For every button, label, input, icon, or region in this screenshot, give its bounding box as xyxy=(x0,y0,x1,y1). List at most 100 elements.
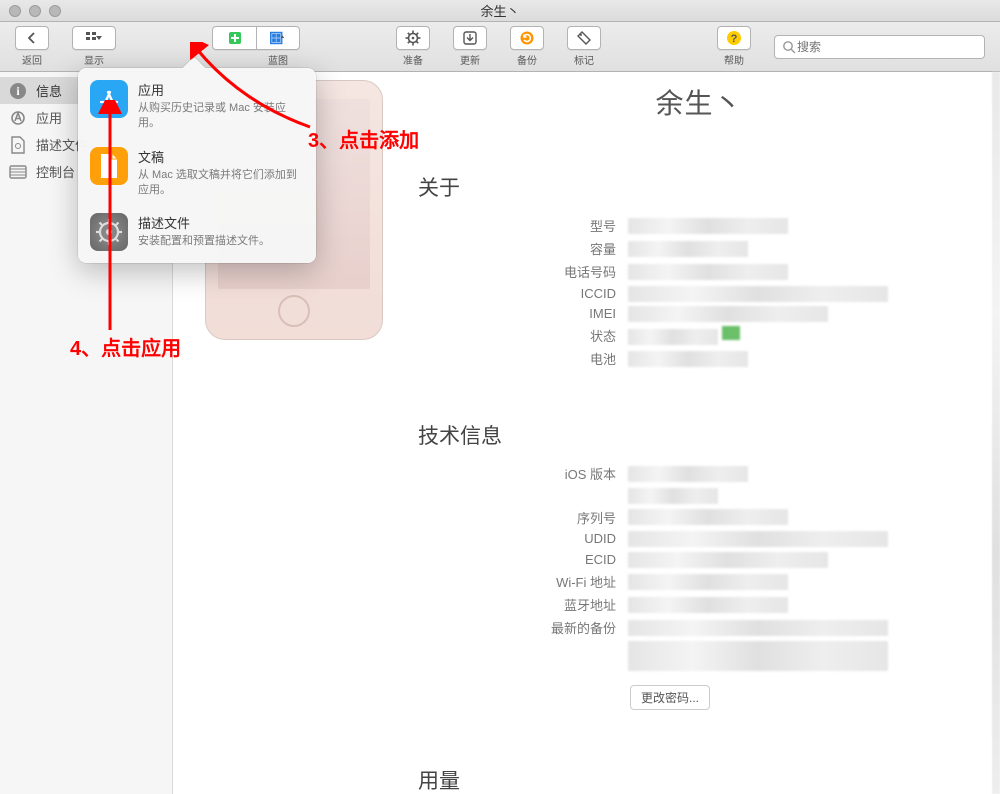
value-wifi xyxy=(628,570,898,593)
row-ios: iOS 版本 xyxy=(418,462,898,485)
row-spacer xyxy=(418,485,898,506)
blueprint-icon xyxy=(270,30,286,46)
add-button[interactable] xyxy=(212,26,256,50)
tool-help-group: ? 帮助 xyxy=(717,26,751,67)
value-ios xyxy=(628,462,898,485)
popover-docs-desc: 从 Mac 选取文稿并将它们添加到应用。 xyxy=(138,168,304,198)
popover-profile-title: 描述文件 xyxy=(138,213,270,232)
sidebar-item-label: 应用 xyxy=(36,108,62,127)
row-battery: 电池 xyxy=(418,347,898,370)
value-bt xyxy=(628,593,898,616)
plus-icon xyxy=(227,30,243,46)
titlebar: 余生丶 xyxy=(0,0,1000,22)
row-ecid: ECID xyxy=(418,549,898,570)
tech-table: iOS 版本 序列号 UDID ECID Wi-Fi 地址 蓝牙地址 最新的备份 xyxy=(418,462,898,673)
row-bt: 蓝牙地址 xyxy=(418,593,898,616)
back-button[interactable] xyxy=(15,26,49,50)
update-label: 更新 xyxy=(460,52,480,67)
row-backup: 最新的备份 xyxy=(418,616,898,639)
download-icon xyxy=(462,30,478,46)
change-password-button[interactable]: 更改密码... xyxy=(630,685,710,710)
toolbar: 返回 显示 蓝图 xyxy=(0,22,1000,72)
value-udid xyxy=(628,529,898,550)
svg-text:?: ? xyxy=(731,33,738,45)
popover-apps-title: 应用 xyxy=(138,80,304,99)
chevron-left-icon xyxy=(24,30,40,46)
minimize-window-icon[interactable] xyxy=(29,5,41,17)
help-label: 帮助 xyxy=(724,52,744,67)
apps-a-icon xyxy=(9,109,27,127)
backup-button[interactable] xyxy=(510,26,544,50)
tool-add-blueprint-group: 蓝图 xyxy=(212,26,300,67)
device-home-button xyxy=(278,295,310,327)
row-wifi: Wi-Fi 地址 xyxy=(418,570,898,593)
blueprint-label: 蓝图 xyxy=(256,52,300,67)
popover-docs-title: 文稿 xyxy=(138,147,304,166)
value-imei xyxy=(628,304,898,325)
value-serial xyxy=(628,506,898,529)
row-capacity: 容量 xyxy=(418,237,898,260)
popover-apps-desc: 从购买历史记录或 Mac 安装应用。 xyxy=(138,101,304,131)
blueprint-button[interactable] xyxy=(256,26,300,50)
profile-file-icon xyxy=(9,136,27,154)
tool-update-group: 更新 xyxy=(453,26,487,67)
value-iccid xyxy=(628,283,898,304)
row-serial: 序列号 xyxy=(418,506,898,529)
about-heading: 关于 xyxy=(418,172,1000,202)
tech-heading: 技术信息 xyxy=(418,420,1000,450)
back-label: 返回 xyxy=(22,52,42,67)
value-model xyxy=(628,214,898,237)
window-title: 余生丶 xyxy=(480,1,519,20)
help-icon: ? xyxy=(726,30,742,46)
document-icon xyxy=(90,147,128,185)
gear-icon xyxy=(405,30,421,46)
sidebar-item-label: 控制台 xyxy=(36,162,75,181)
popover-item-profile[interactable]: 描述文件 安装配置和预置描述文件。 xyxy=(78,205,316,259)
row-imei: IMEI xyxy=(418,304,898,325)
tool-tag-group: 标记 xyxy=(567,26,601,67)
about-table: 型号 容量 电话号码 ICCID IMEI 状态 电池 xyxy=(418,214,898,370)
appstore-icon xyxy=(90,80,128,118)
popover-item-apps[interactable]: 应用 从购买历史记录或 Mac 安装应用。 xyxy=(78,72,316,139)
console-icon xyxy=(9,163,27,181)
view-button[interactable] xyxy=(72,26,116,50)
row-backup2 xyxy=(418,639,898,673)
search-input[interactable] xyxy=(797,40,978,54)
right-edge-blur xyxy=(992,72,1000,794)
sidebar-item-label: 信息 xyxy=(36,81,62,100)
device-title: 余生丶 xyxy=(398,82,1000,122)
profile-gear-icon xyxy=(90,213,128,251)
tool-view-group: 显示 xyxy=(72,26,116,67)
value-backup xyxy=(628,616,898,639)
row-phone: 电话号码 xyxy=(418,260,898,283)
tool-prepare-group: 准备 xyxy=(396,26,430,67)
info-icon: i xyxy=(9,82,27,100)
prepare-label: 准备 xyxy=(403,52,423,67)
row-state: 状态 xyxy=(418,324,898,347)
tag-icon xyxy=(576,30,592,46)
traffic-lights xyxy=(9,5,61,17)
tag-label: 标记 xyxy=(574,52,594,67)
value-battery xyxy=(628,347,898,370)
update-button[interactable] xyxy=(453,26,487,50)
add-popover: 应用 从购买历史记录或 Mac 安装应用。 文稿 从 Mac 选取文稿并将它们添… xyxy=(78,68,316,263)
help-button[interactable]: ? xyxy=(717,26,751,50)
popover-item-docs[interactable]: 文稿 从 Mac 选取文稿并将它们添加到应用。 xyxy=(78,139,316,206)
row-udid: UDID xyxy=(418,529,898,550)
popover-profile-desc: 安装配置和预置描述文件。 xyxy=(138,234,270,249)
value-phone xyxy=(628,260,898,283)
view-label: 显示 xyxy=(84,52,104,67)
backup-label: 备份 xyxy=(517,52,537,67)
search-icon xyxy=(781,39,797,55)
tag-button[interactable] xyxy=(567,26,601,50)
value-capacity xyxy=(628,237,898,260)
search-field[interactable] xyxy=(774,35,985,59)
zoom-window-icon[interactable] xyxy=(49,5,61,17)
value-state xyxy=(628,324,898,347)
add-label xyxy=(212,52,256,67)
tool-back-group: 返回 xyxy=(15,26,49,67)
prepare-button[interactable] xyxy=(396,26,430,50)
tool-backup-group: 备份 xyxy=(510,26,544,67)
usage-heading: 用量 xyxy=(418,765,1000,794)
close-window-icon[interactable] xyxy=(9,5,21,17)
